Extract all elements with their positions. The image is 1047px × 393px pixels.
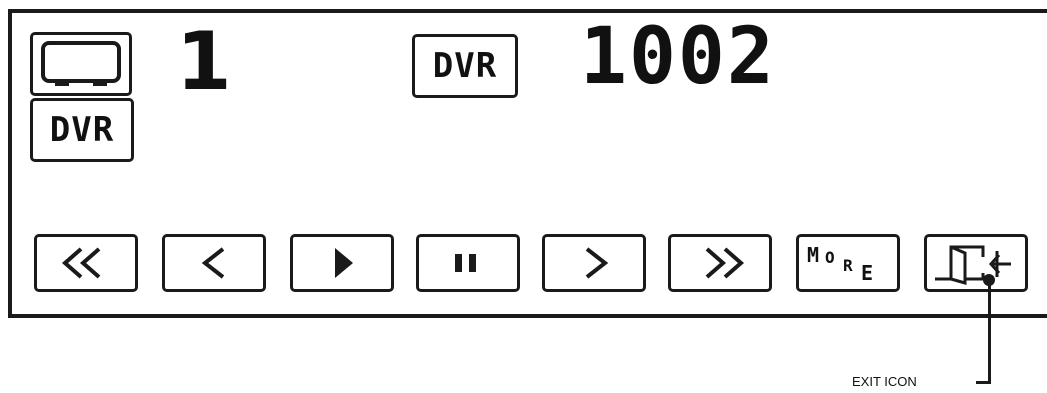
pause-button[interactable] — [416, 234, 520, 292]
dvr-source-button[interactable]: DVR — [30, 98, 134, 162]
channel-number: 1 — [176, 15, 232, 108]
skip-forward-button[interactable] — [542, 234, 646, 292]
play-icon — [335, 248, 353, 278]
pause-icon — [455, 254, 476, 272]
more-label-o: O — [825, 248, 835, 267]
fast-forward-button[interactable] — [668, 234, 772, 292]
dvr-badge-label: DVR — [432, 46, 498, 86]
skip-back-button[interactable] — [162, 234, 266, 292]
callout-leader-line — [988, 278, 991, 384]
rewind-button[interactable] — [34, 234, 138, 292]
more-label-m: M — [807, 243, 820, 267]
more-label-e: E — [861, 261, 874, 285]
exit-icon — [935, 245, 1011, 285]
double-chevron-right-icon — [705, 247, 745, 279]
chevron-right-icon — [585, 247, 609, 279]
more-button[interactable]: M O R E — [796, 234, 900, 292]
dvr-channel-number: 1002 — [580, 12, 776, 102]
dvr-source-label: DVR — [49, 110, 115, 150]
tv-icon — [41, 41, 121, 86]
chevron-left-icon — [201, 247, 225, 279]
exit-button[interactable] — [924, 234, 1028, 292]
tv-source-button[interactable] — [30, 32, 132, 96]
callout-leader-tick — [976, 381, 990, 384]
play-button[interactable] — [290, 234, 394, 292]
dvr-badge: DVR — [412, 34, 518, 98]
double-chevron-left-icon — [61, 247, 101, 279]
exit-icon-callout: EXIT ICON — [852, 374, 917, 389]
more-label-r: R — [843, 256, 853, 275]
